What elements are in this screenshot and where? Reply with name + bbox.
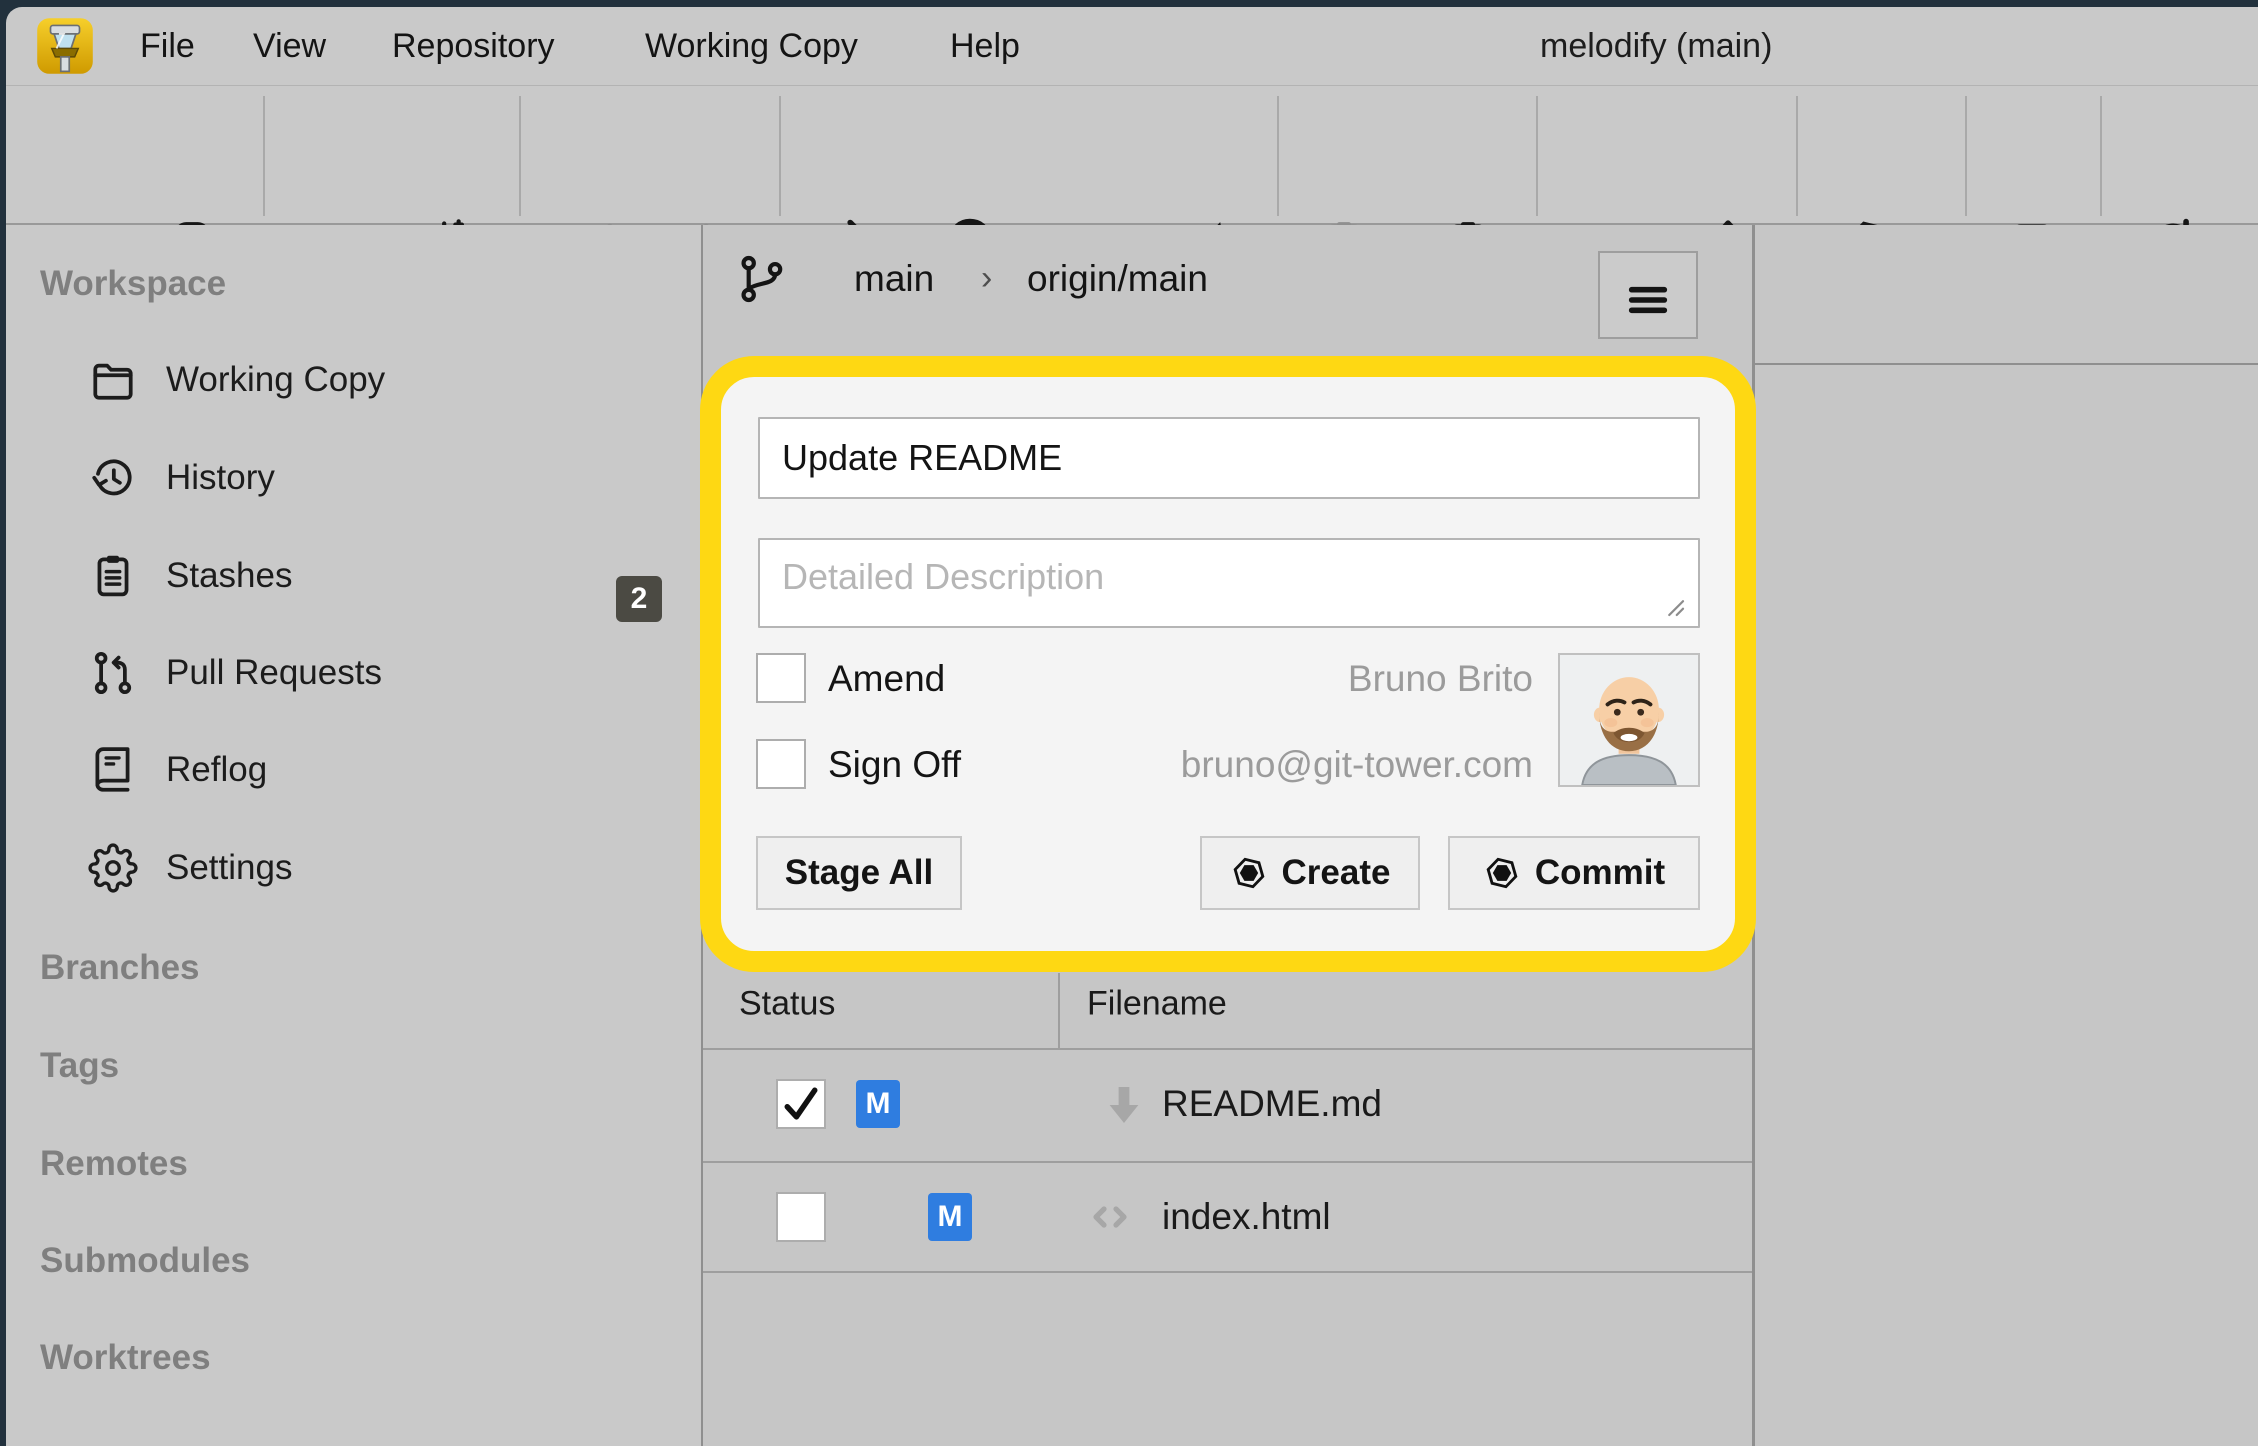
sidebar-header-branches[interactable]: Branches <box>40 948 200 988</box>
sidebar-header-submodules[interactable]: Submodules <box>40 1241 250 1281</box>
current-branch-label[interactable]: main <box>854 225 934 365</box>
toolbar <box>6 85 2258 225</box>
commit-description-input[interactable] <box>758 538 1700 628</box>
commit-hexagon-icon <box>1483 854 1521 892</box>
stage-all-button[interactable]: Stage All <box>756 836 962 910</box>
code-brackets-icon <box>1086 1193 1134 1241</box>
sidebar-item-reflog[interactable]: Reflog <box>6 737 701 803</box>
commit-hexagon-icon <box>1230 854 1268 892</box>
diff-panel <box>1755 225 2258 1446</box>
app-window: File View Repository Working Copy Help m… <box>0 0 2258 1446</box>
sidebar-header-tags[interactable]: Tags <box>40 1046 119 1086</box>
sidebar-header-worktrees[interactable]: Worktrees <box>40 1338 211 1378</box>
sidebar-item-label: Settings <box>166 848 292 888</box>
toolbar-separator <box>263 96 265 216</box>
check-icon <box>779 1082 823 1126</box>
sidebar-item-label: Pull Requests <box>166 653 382 693</box>
window-chrome: File View Repository Working Copy Help m… <box>6 7 2258 1446</box>
branch-menu-button[interactable] <box>1598 251 1698 339</box>
sidebar-header-remotes[interactable]: Remotes <box>40 1144 188 1184</box>
sign-off-checkbox[interactable] <box>756 739 806 789</box>
amend-label[interactable]: Amend <box>828 658 945 700</box>
commit-panel: Amend Bruno Brito Sign Off bruno@git-tow… <box>703 365 1752 963</box>
toolbar-separator <box>1536 96 1538 216</box>
stash-clipboard-icon <box>88 551 138 601</box>
book-icon <box>88 745 138 795</box>
folder-icon <box>88 355 138 405</box>
git-branch-icon <box>734 251 790 307</box>
file-row-index-html[interactable]: M index.html <box>703 1162 1752 1272</box>
toolbar-separator <box>2100 96 2102 216</box>
sidebar: Workspace Working Copy History Stashes P… <box>6 225 701 1446</box>
sidebar-item-settings[interactable]: Settings <box>6 835 701 901</box>
status-badge-modified: M <box>928 1193 972 1241</box>
window-title: melodify (main) <box>1540 7 1772 85</box>
stage-file-checkbox[interactable] <box>776 1192 826 1242</box>
filename-label: index.html <box>1162 1196 1331 1238</box>
create-label: Create <box>1282 853 1391 893</box>
diff-panel-header <box>1755 225 2258 365</box>
row-divider <box>703 1271 1752 1273</box>
branch-separator-chevron: › <box>981 225 992 365</box>
menu-item-file[interactable]: File <box>140 7 195 85</box>
commit-label: Commit <box>1535 853 1665 893</box>
sidebar-item-working-copy[interactable]: Working Copy <box>6 347 701 413</box>
column-divider[interactable] <box>1058 973 1060 1050</box>
toolbar-separator <box>779 96 781 216</box>
markdown-arrow-icon <box>1100 1080 1148 1128</box>
gear-icon <box>88 843 138 893</box>
author-name: Bruno Brito <box>1093 658 1533 700</box>
toolbar-separator <box>1277 96 1279 216</box>
column-header-filename[interactable]: Filename <box>1087 985 1227 1024</box>
sidebar-item-stashes[interactable]: Stashes <box>6 543 701 609</box>
column-header-status[interactable]: Status <box>739 985 835 1024</box>
stage-file-checkbox[interactable] <box>776 1079 826 1129</box>
toolbar-separator <box>1796 96 1798 216</box>
working-copy-count-badge: 2 <box>616 576 662 622</box>
menu-item-working-copy[interactable]: Working Copy <box>645 7 858 85</box>
tracking-branch-label[interactable]: origin/main <box>1027 225 1208 365</box>
history-clock-icon <box>88 453 138 503</box>
toolbar-separator <box>519 96 521 216</box>
sidebar-item-label: Stashes <box>166 556 292 596</box>
author-email: bruno@git-tower.com <box>1093 744 1533 786</box>
filename-label: README.md <box>1162 1083 1382 1125</box>
sidebar-item-history[interactable]: History <box>6 445 701 511</box>
toolbar-separator <box>1965 96 1967 216</box>
sign-off-label[interactable]: Sign Off <box>828 744 961 786</box>
create-button[interactable]: Create <box>1200 836 1420 910</box>
commit-summary-input[interactable] <box>758 417 1700 499</box>
menu-bar: File View Repository Working Copy Help m… <box>6 7 2258 85</box>
menu-item-help[interactable]: Help <box>950 7 1020 85</box>
tower-app-icon[interactable] <box>36 17 94 75</box>
menu-item-repository[interactable]: Repository <box>392 7 555 85</box>
amend-checkbox[interactable] <box>756 653 806 703</box>
sidebar-item-pull-requests[interactable]: Pull Requests <box>6 640 701 706</box>
status-badge-modified: M <box>856 1080 900 1128</box>
commit-button[interactable]: Commit <box>1448 836 1700 910</box>
pull-request-icon <box>88 648 138 698</box>
menu-item-view[interactable]: View <box>253 7 326 85</box>
file-row-readme[interactable]: M README.md <box>703 1049 1752 1159</box>
author-avatar <box>1558 653 1700 787</box>
sidebar-item-label: Reflog <box>166 750 267 790</box>
sidebar-header-workspace[interactable]: Workspace <box>40 264 226 304</box>
branch-bar: main › origin/main <box>703 225 1752 365</box>
sidebar-item-label: Working Copy <box>166 360 385 400</box>
sidebar-item-label: History <box>166 458 275 498</box>
hamburger-icon <box>1620 272 1676 328</box>
stage-all-label: Stage All <box>785 853 933 893</box>
